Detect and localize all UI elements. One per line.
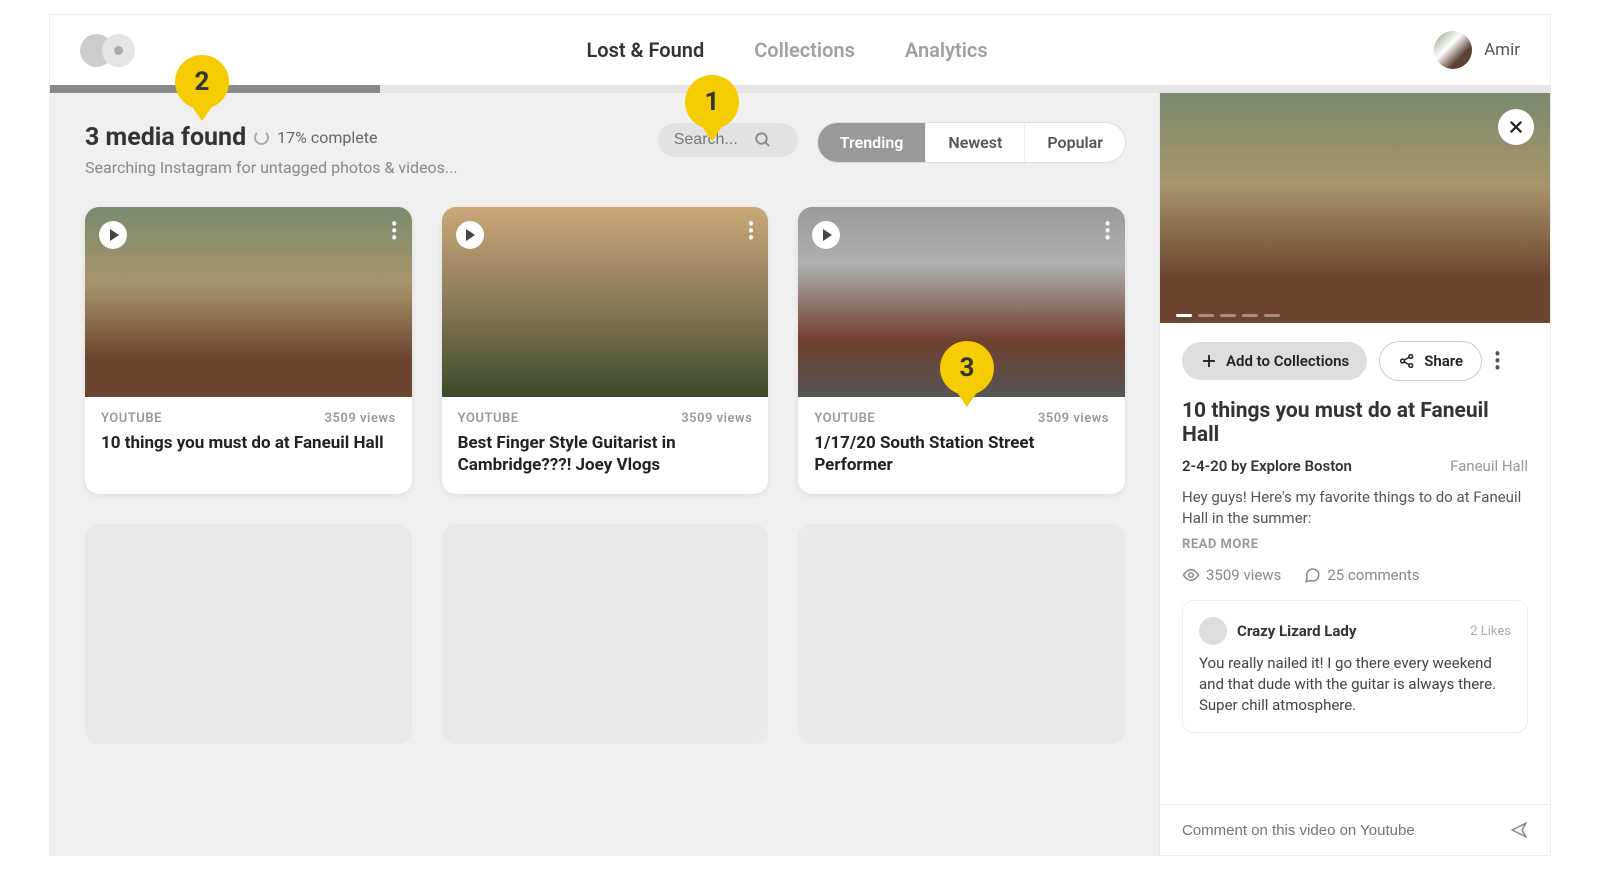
user-menu[interactable]: Amir (1434, 31, 1520, 69)
app-header: Lost & Found Collections Analytics Amir (50, 15, 1550, 85)
completion-label: 17% complete (277, 128, 377, 147)
send-icon[interactable] (1510, 821, 1528, 839)
nav-lost-and-found[interactable]: Lost & Found (586, 38, 704, 62)
media-card[interactable]: ••• YOUTUBE 3509 views Best Finger Style… (442, 207, 769, 494)
media-card[interactable]: ••• YOUTUBE 3509 views 10 things you mus… (85, 207, 412, 494)
views-label: 3509 views (1206, 566, 1281, 584)
card-title: 1/17/20 South Station Street Performer (814, 432, 1109, 476)
card-source-label: YOUTUBE (814, 411, 875, 426)
results-count-label: 3 media found (85, 123, 246, 152)
carousel-dots[interactable] (1176, 314, 1280, 317)
results-title: 3 media found 17% complete (85, 123, 638, 152)
play-icon (456, 221, 484, 249)
segment-newest[interactable]: Newest (926, 123, 1025, 162)
search-input[interactable] (674, 131, 754, 149)
segment-trending[interactable]: Trending (818, 123, 927, 162)
card-thumbnail: ••• (798, 207, 1125, 397)
plus-icon (1200, 352, 1218, 370)
main-nav: Lost & Found Collections Analytics (140, 38, 1434, 62)
card-views-label: 3509 views (325, 411, 396, 426)
read-more-link[interactable]: READ MORE (1182, 537, 1528, 552)
detail-description: Hey guys! Here's my favorite things to d… (1182, 487, 1528, 529)
card-thumbnail: ••• (85, 207, 412, 397)
comment-body: You really nailed it! I go there every w… (1199, 653, 1511, 716)
main-panel: 3 media found 17% complete Searching Ins… (50, 93, 1160, 855)
detail-panel: Add to Collections Share ••• 10 things y… (1160, 93, 1550, 855)
detail-byline: 2-4-20 by Explore Boston (1182, 457, 1352, 475)
card-menu-icon[interactable]: ••• (1104, 221, 1111, 242)
segment-popular[interactable]: Popular (1025, 123, 1125, 162)
share-button-label: Share (1424, 352, 1463, 370)
card-menu-icon[interactable]: ••• (391, 221, 398, 242)
avatar (1434, 31, 1472, 69)
media-card-placeholder (85, 524, 412, 744)
search-box[interactable] (658, 123, 798, 157)
progress-bar (50, 85, 1550, 93)
card-thumbnail: ••• (442, 207, 769, 397)
spinner-icon (254, 130, 269, 145)
nav-collections[interactable]: Collections (754, 38, 855, 62)
play-icon (99, 221, 127, 249)
card-views-label: 3509 views (681, 411, 752, 426)
add-to-collections-button[interactable]: Add to Collections (1182, 342, 1367, 380)
share-button[interactable]: Share (1379, 341, 1482, 381)
detail-location: Faneuil Hall (1450, 457, 1528, 475)
detail-hero-image (1160, 93, 1550, 323)
comment-likes: 2 Likes (1470, 624, 1511, 639)
close-button[interactable] (1498, 109, 1534, 145)
media-card-placeholder (442, 524, 769, 744)
more-menu-icon[interactable]: ••• (1494, 351, 1501, 372)
username-label: Amir (1484, 40, 1520, 60)
card-title: 10 things you must do at Faneuil Hall (101, 432, 396, 454)
eye-icon (1182, 566, 1200, 584)
media-card-placeholder (798, 524, 1125, 744)
results-subtitle: Searching Instagram for untagged photos … (85, 158, 638, 177)
comment-card: Crazy Lizard Lady 2 Likes You really nai… (1182, 600, 1528, 733)
card-menu-icon[interactable]: ••• (748, 221, 755, 242)
card-title: Best Finger Style Guitarist in Cambridge… (458, 432, 753, 476)
add-button-label: Add to Collections (1226, 352, 1349, 370)
comments-label: 25 comments (1327, 566, 1419, 584)
card-source-label: YOUTUBE (458, 411, 519, 426)
comment-avatar (1199, 617, 1227, 645)
media-card[interactable]: ••• YOUTUBE 3509 views 1/17/20 South Sta… (798, 207, 1125, 494)
detail-stats: 3509 views 25 comments (1182, 566, 1528, 584)
progress-fill (50, 85, 380, 93)
close-icon (1507, 118, 1525, 136)
results-info: 3 media found 17% complete Searching Ins… (85, 123, 638, 177)
comment-author: Crazy Lizard Lady (1237, 622, 1460, 640)
comment-icon (1303, 566, 1321, 584)
card-source-label: YOUTUBE (101, 411, 162, 426)
media-grid: ••• YOUTUBE 3509 views 10 things you mus… (85, 207, 1125, 744)
comment-input[interactable] (1182, 822, 1510, 839)
search-icon (754, 131, 772, 149)
logo (80, 32, 140, 68)
nav-analytics[interactable]: Analytics (905, 38, 988, 62)
card-views-label: 3509 views (1038, 411, 1109, 426)
play-icon (812, 221, 840, 249)
share-icon (1398, 352, 1416, 370)
comment-input-row (1160, 804, 1550, 855)
detail-title: 10 things you must do at Faneuil Hall (1182, 399, 1528, 447)
sort-segment: Trending Newest Popular (818, 123, 1125, 162)
